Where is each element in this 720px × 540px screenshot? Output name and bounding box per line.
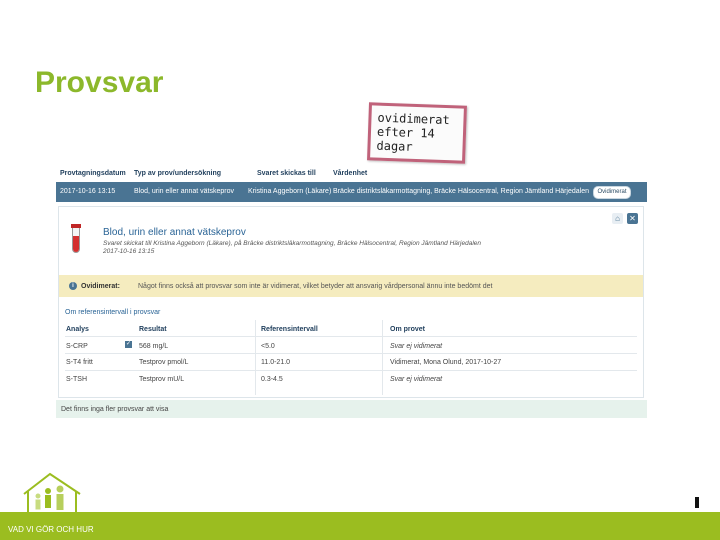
summary-type: Blod, urin eller annat vätskeprov xyxy=(134,188,234,195)
cell-analys: S-TSH xyxy=(66,376,87,383)
bottom-bar xyxy=(0,512,720,540)
column-divider xyxy=(255,320,256,395)
table-header-resultat: Resultat xyxy=(139,326,167,333)
cell-analys: S-T4 fritt xyxy=(66,359,93,366)
cell-om-provet: Svar ej vidimerat xyxy=(390,376,443,383)
warning-text: Något finns också att provsvar som inte … xyxy=(138,283,493,290)
cell-resultat: Testprov pmol/L xyxy=(139,359,189,366)
column-header-date[interactable]: Provtagningsdatum xyxy=(60,170,126,177)
ovidimerat-button[interactable]: Ovidimerat xyxy=(593,186,631,199)
table-header-om-provet: Om provet xyxy=(390,326,426,333)
cell-analys: S-CRP xyxy=(66,343,88,350)
test-tube-icon xyxy=(71,224,81,255)
info-icon: i xyxy=(69,282,77,290)
reference-interval-link[interactable]: Om referensintervall i provsvar xyxy=(65,309,160,316)
column-header-unit[interactable]: Vårdenhet xyxy=(333,170,367,177)
cell-referens: 11.0-21.0 xyxy=(261,359,291,366)
row-divider xyxy=(65,353,637,354)
cell-om-provet: Vidimerat, Mona Olund, 2017-10-27 xyxy=(390,359,502,366)
annotation-note: ovidimerat efter 14 dagar xyxy=(367,102,467,164)
column-divider xyxy=(382,320,383,395)
summary-row[interactable]: 2017-10-16 13:15 Blod, urin eller annat … xyxy=(56,182,647,202)
unverified-warning: i Ovidimerat: Något finns också att prov… xyxy=(59,275,643,297)
summary-unit: Bräcke distriktsläkarmottagning, Bräcke … xyxy=(333,188,590,195)
row-divider xyxy=(65,370,637,371)
note-line: dagar xyxy=(376,138,413,154)
page-marker xyxy=(695,497,699,508)
detail-subtitle: Svaret skickat till Kristina Aggeborn (L… xyxy=(103,240,481,256)
cell-referens: <5.0 xyxy=(261,343,275,350)
checkbox-icon[interactable]: ✓ xyxy=(125,341,132,348)
close-icon[interactable]: ✕ xyxy=(627,213,638,224)
detail-sent-to: Svaret skickat till Kristina Aggeborn (L… xyxy=(103,240,482,247)
summary-date: 2017-10-16 13:15 xyxy=(60,188,116,195)
row-divider xyxy=(65,336,637,337)
cell-resultat: Testprov mU/L xyxy=(139,376,185,383)
detail-date: 2017-10-16 13:15 xyxy=(103,248,155,255)
table-header-analys: Analys xyxy=(66,326,89,333)
result-detail-card: Blod, urin eller annat vätskeprov Svaret… xyxy=(58,206,644,398)
no-more-results-text: Det finns inga fler provsvar att visa xyxy=(61,406,169,413)
detail-title: Blod, urin eller annat vätskeprov xyxy=(103,227,246,238)
table-header-referens: Referensintervall xyxy=(261,326,318,333)
footer-text: VAD VI GÖR OCH HUR xyxy=(8,525,94,534)
results-footer: Det finns inga fler provsvar att visa xyxy=(56,400,647,418)
column-header-sent-to[interactable]: Svaret skickas till xyxy=(257,170,316,177)
column-header-type[interactable]: Typ av prov/undersökning xyxy=(134,170,221,177)
slide-title: Provsvar xyxy=(35,66,164,99)
column-header-row: Provtagningsdatum Typ av prov/undersökni… xyxy=(56,166,647,182)
results-panel: Provtagningsdatum Typ av prov/undersökni… xyxy=(56,166,647,419)
cell-resultat: 568 mg/L xyxy=(139,343,169,350)
cell-om-provet: Svar ej vidimerat xyxy=(390,343,443,350)
home-icon[interactable]: ⌂ xyxy=(612,213,623,224)
warning-label: Ovidimerat: xyxy=(81,283,120,290)
cell-referens: 0.3-4.5 xyxy=(261,376,283,383)
summary-sent-to: Kristina Aggeborn (Läkare) xyxy=(248,188,332,195)
logo-icon xyxy=(18,470,88,514)
